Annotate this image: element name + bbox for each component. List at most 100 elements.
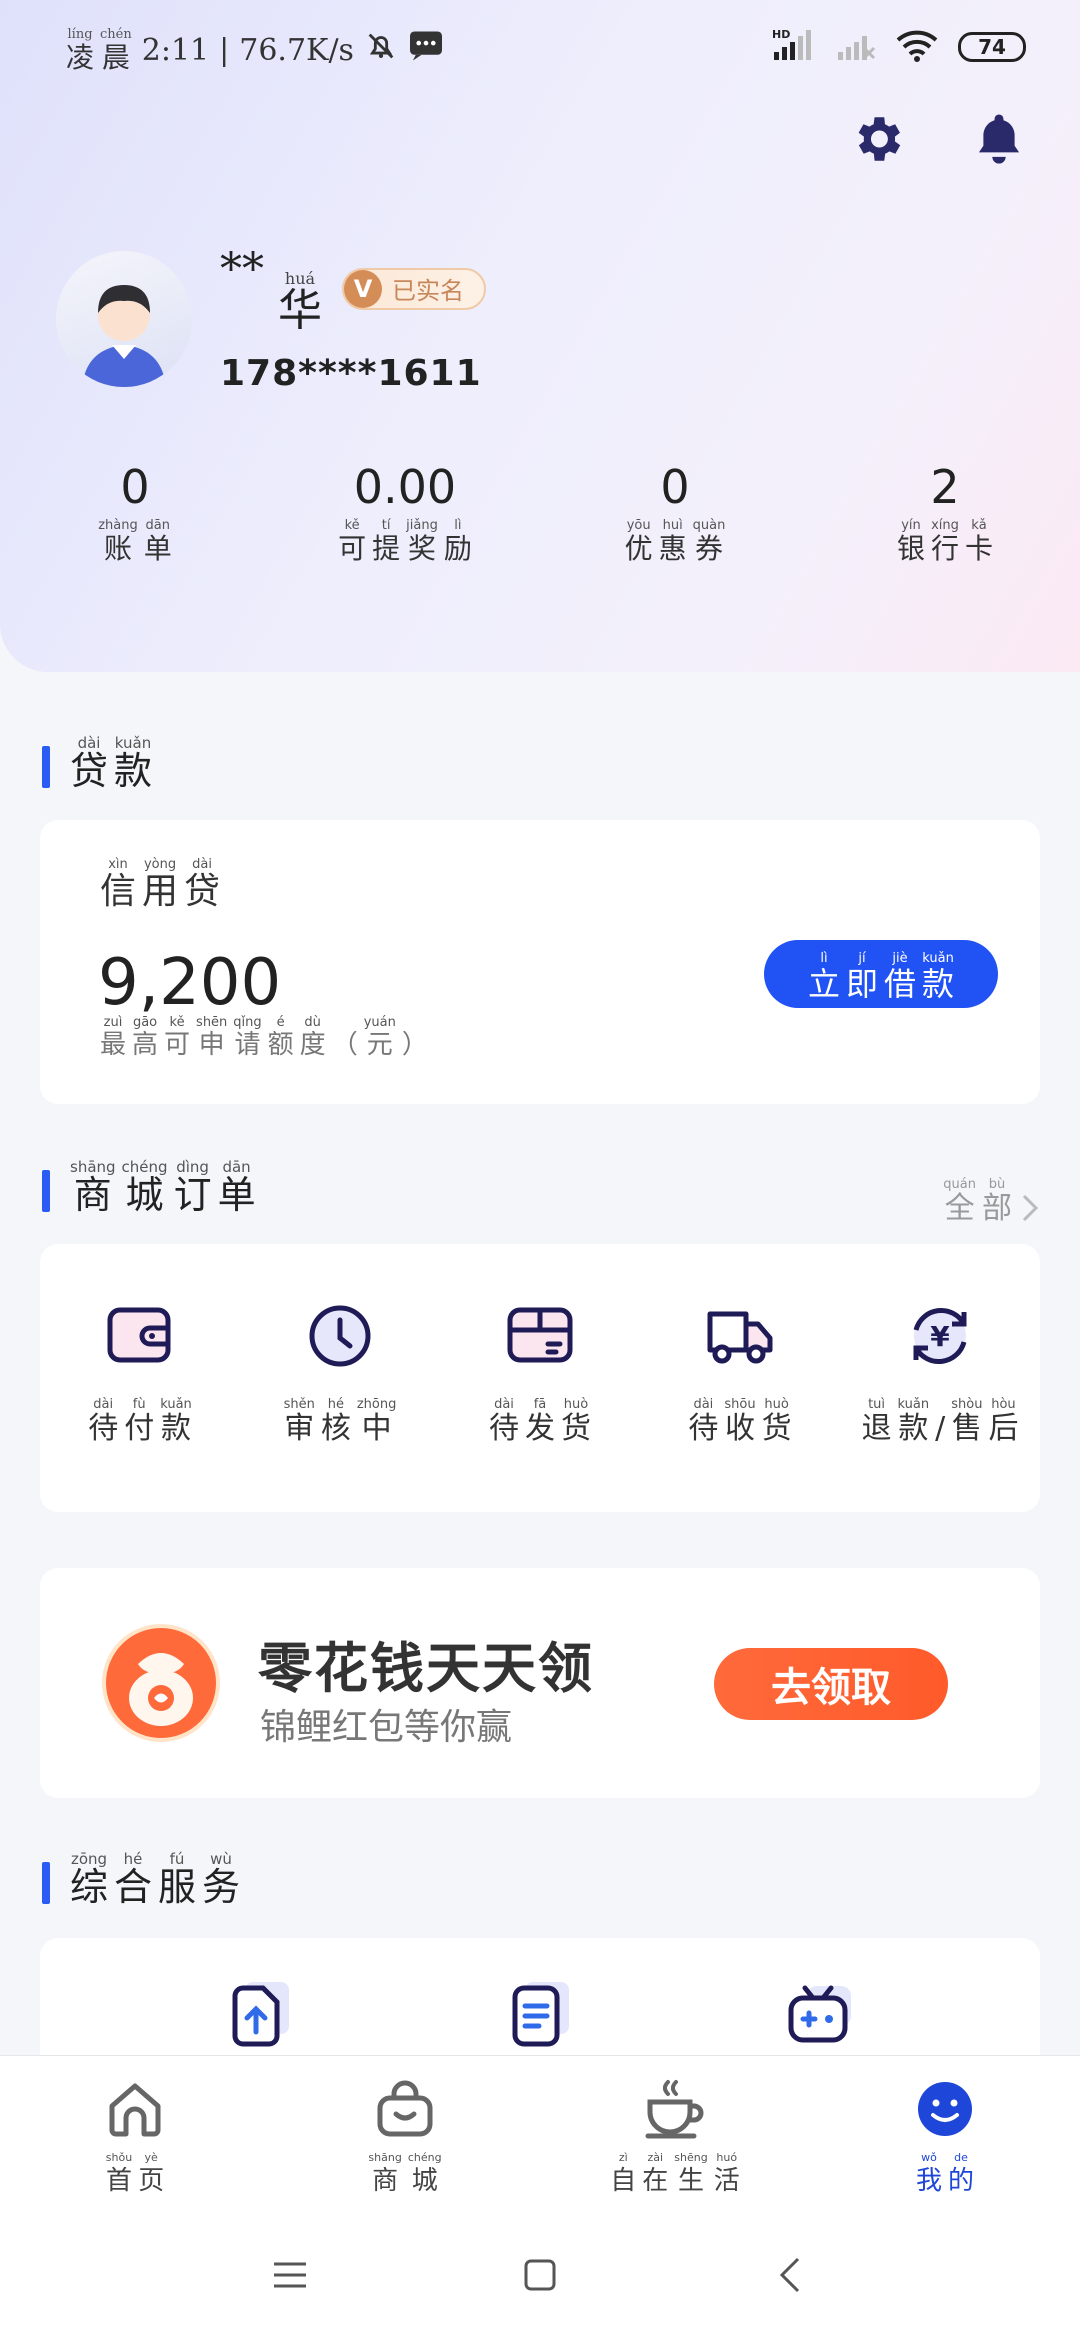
hanzi: 贷: [70, 749, 109, 793]
hanzi: 货: [561, 1411, 591, 1446]
pinyin-char: yín 银: [897, 519, 925, 563]
pinyin-char: jiè 借: [884, 952, 916, 1000]
order-to-ship[interactable]: dài 待 fā 发 huò 货: [440, 1244, 640, 1512]
notification-bell-icon[interactable]: [968, 108, 1030, 170]
order-pending-payment[interactable]: dài 待 fù 付 kuǎn 款: [40, 1244, 240, 1512]
pinyin-char: quán 全: [943, 1178, 976, 1224]
hanzi: 服: [158, 1865, 197, 1909]
hanzi: ）: [401, 1030, 428, 1060]
hanzi: 可: [338, 532, 367, 565]
clock-icon: [304, 1300, 376, 1372]
document-list-icon[interactable]: [503, 1978, 577, 2052]
order-under-review[interactable]: shěn 审 hé 核 zhōng 中: [240, 1244, 440, 1512]
coffee-cup-icon: [642, 2076, 708, 2142]
pinyin-char: huó 活: [714, 2152, 740, 2194]
bottom-tab-bar: shǒu 首 yè 页 shāng 商 chéng 城 zì 自 zài 在 shēng 生 huó 活 …: [0, 2055, 1080, 2210]
mall-orders-card: dài 待 fù 付 kuǎn 款 shěn 审 hé 核 zhōng 中 dài 待 fā 发 huò 货 …: [40, 1244, 1040, 1512]
hanzi: 奖: [407, 532, 436, 565]
services-section-title: zōng 综 hé 合 fú 服 wù 务: [42, 1852, 240, 1906]
settings-gear-icon[interactable]: [846, 108, 908, 170]
status-time: 2:11: [141, 32, 210, 68]
pinyin-char: zì 自: [610, 2152, 636, 2194]
avatar[interactable]: [56, 251, 192, 387]
promo-banner[interactable]: 零花钱天天领 锦鲤红包等你赢 去领取: [40, 1568, 1040, 1798]
tab-label: zì 自 zài 在 shēng 生 huó 活: [610, 2152, 739, 2194]
loan-section-title: dài 贷 kuǎn 款: [42, 736, 152, 790]
stat-bills[interactable]: 0 zhàng 账 dān 单: [0, 460, 270, 563]
pinyin-char: gāo 高: [132, 1016, 158, 1058]
borrow-now-button[interactable]: lì 立 jí 即 jiè 借 kuǎn 款: [764, 940, 998, 1008]
stat-label: kě 可 tí 提 jiǎng 奖 lì 励: [338, 519, 472, 563]
credit-loan-card[interactable]: xìn 信 yòng 用 dài 贷 9,200 zuì 最 gāo 高 kě 可 shēn 申 qǐng…: [40, 820, 1040, 1104]
pinyin-char: wǒ 我: [916, 2152, 942, 2194]
svg-text:¥: ¥: [930, 1320, 950, 1353]
hanzi: 元: [366, 1030, 393, 1060]
pinyin-char: quàn 券: [693, 519, 726, 563]
hanzi: 页: [138, 2166, 165, 2196]
order-refund-aftersale[interactable]: ¥ tuì 退 kuǎn 款 / shòu 售 hòu 后: [840, 1244, 1040, 1512]
hanzi: 晨: [101, 41, 130, 74]
hanzi: 务: [202, 1865, 241, 1909]
pinyin-char: wù 务: [202, 1852, 241, 1909]
user-profile[interactable]: ** huá 华 V 已实名 178****1611: [56, 244, 486, 394]
pinyin-char: shēng 生: [674, 2152, 707, 2194]
hanzi: 立: [807, 965, 840, 1003]
section-accent-bar: [42, 746, 50, 788]
pinyin-char: jí 即: [846, 952, 878, 1000]
truck-icon: [704, 1300, 776, 1372]
pinyin-char: dài 待: [489, 1398, 519, 1444]
gamepad-icon[interactable]: [783, 1978, 857, 2052]
tab-mine[interactable]: wǒ 我 de 的: [810, 2056, 1080, 2210]
pinyin-char: tuì 退: [862, 1398, 892, 1444]
hanzi: /: [935, 1411, 946, 1446]
home-square-icon[interactable]: [515, 2250, 565, 2300]
order-to-receive[interactable]: dài 待 shōu 收 huò 货: [640, 1244, 840, 1512]
order-label: dài 待 fù 付 kuǎn 款: [88, 1398, 192, 1444]
stat-rewards[interactable]: 0.00 kě 可 tí 提 jiǎng 奖 lì 励: [270, 460, 540, 563]
hanzi: 卡: [965, 532, 994, 565]
back-icon[interactable]: [765, 2250, 815, 2300]
hanzi: 申: [198, 1030, 225, 1060]
claim-button[interactable]: 去领取: [714, 1648, 948, 1720]
status-speed: 76.7K/s: [239, 32, 354, 68]
pinyin-char: dài 待: [688, 1398, 718, 1444]
tab-mall[interactable]: shāng 商 chéng 城: [270, 2056, 540, 2210]
order-label: tuì 退 kuǎn 款 / shòu 售 hòu 后: [862, 1398, 1019, 1444]
svg-text:HD: HD: [772, 28, 790, 41]
menu-icon[interactable]: [265, 2250, 315, 2300]
pinyin-char: zhōng 中: [357, 1398, 397, 1444]
pinyin-char: （: [332, 1016, 358, 1058]
hanzi: 订: [173, 1173, 212, 1217]
pinyin-char: lì 立: [808, 952, 840, 1000]
hanzi: 账: [103, 532, 132, 565]
pinyin-char: dài 贷: [70, 736, 109, 793]
pinyin-char: zōng 综: [70, 1852, 108, 1907]
lucky-bag-logo-icon: [102, 1624, 220, 1742]
hanzi: 的: [948, 2166, 975, 2196]
hanzi: 励: [443, 532, 472, 565]
pinyin-char: tí 提: [372, 519, 400, 563]
pinyin-char: líng 凌: [66, 28, 94, 72]
hanzi: （: [331, 1030, 358, 1060]
upload-document-icon[interactable]: [223, 1978, 297, 2052]
hanzi: 券: [695, 532, 724, 565]
package-icon: [504, 1300, 576, 1372]
tab-home[interactable]: shǒu 首 yè 页: [0, 2056, 270, 2210]
hanzi: 全: [944, 1191, 975, 1226]
pinyin-char: huì 惠: [659, 519, 687, 563]
hanzi: 合: [114, 1865, 153, 1909]
stat-bank-cards[interactable]: 2 yín 银 xíng 行 kǎ 卡: [810, 460, 1080, 563]
pinyin-char: kuǎn 款: [922, 952, 954, 1000]
orders-section-title: shāng 商 chéng 城 dìng 订 dān 单: [42, 1160, 256, 1214]
pinyin-char: hé 核: [321, 1398, 351, 1444]
pinyin-char: kǎ 卡: [965, 519, 993, 563]
loan-amount-caption: zuì 最 gāo 高 kě 可 shēn 申 qǐng 请 é 额 dù 度（yuán 元）: [100, 1016, 428, 1058]
stat-coupons[interactable]: 0 yōu 优 huì 惠 quàn 券: [540, 460, 810, 563]
tab-life[interactable]: zì 自 zài 在 shēng 生 huó 活: [540, 2056, 810, 2210]
hanzi: 商: [372, 2166, 399, 2196]
verified-v-icon: V: [344, 269, 382, 308]
pinyin-char: fā 发: [525, 1398, 555, 1444]
promo-subtitle: 锦鲤红包等你赢: [260, 1707, 513, 1748]
stat-value: 0: [120, 460, 150, 514]
all-orders-link[interactable]: quán 全 bù 部: [943, 1178, 1040, 1224]
